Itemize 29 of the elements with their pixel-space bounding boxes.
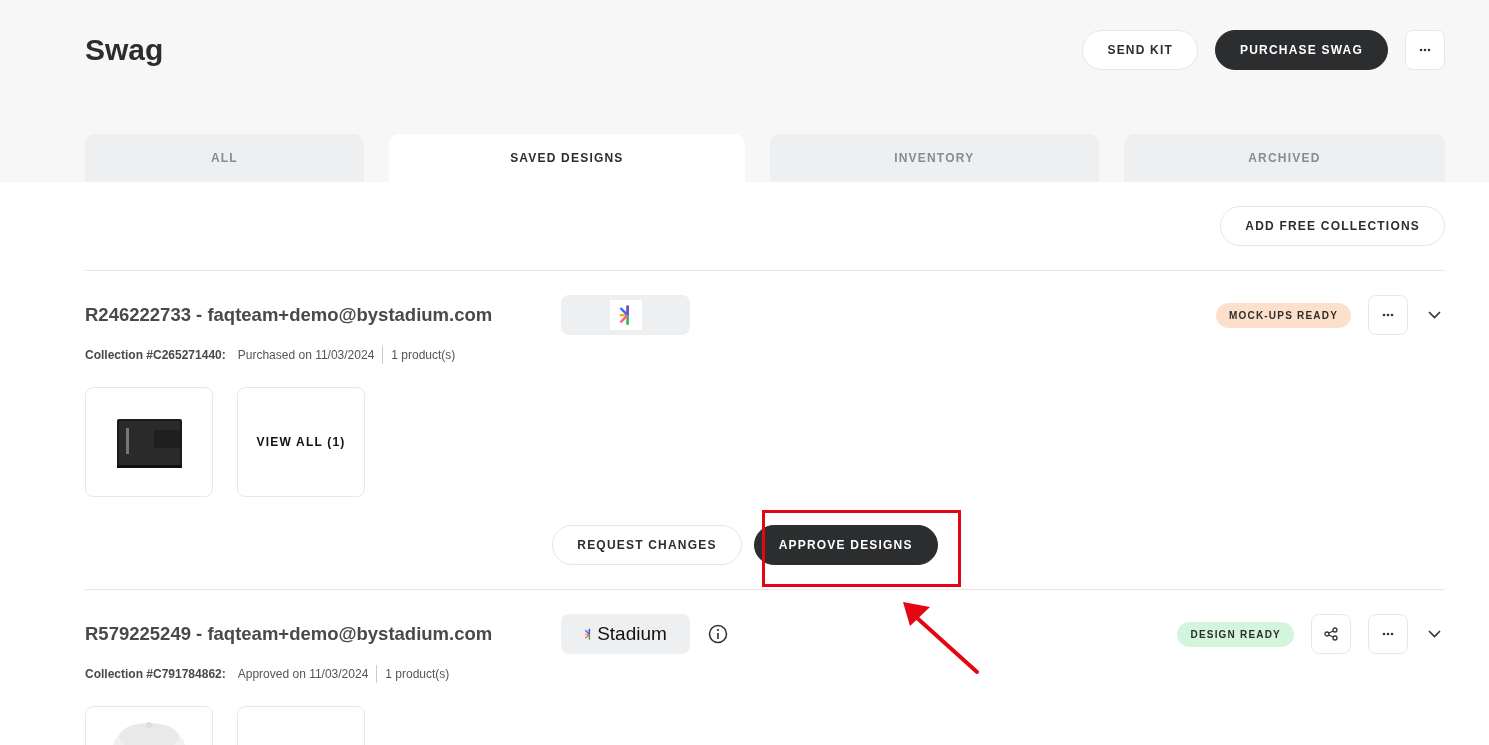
share-button[interactable] (1311, 614, 1351, 654)
page-title: Swag (85, 33, 164, 67)
order-title: R579225249 - faqteam+demo@bystadium.com (85, 623, 494, 645)
chevron-down-icon[interactable] (1428, 630, 1441, 638)
status-badge: DESIGN READY (1177, 621, 1294, 647)
product-count: 1 product(s) (391, 348, 456, 362)
collection-id: Collection #C265271440: (85, 348, 226, 362)
primary-button[interactable]: APPROVE DESIGNS (753, 525, 938, 565)
collection-id: Collection #C791784862: (85, 667, 226, 681)
outline-button[interactable]: ADD FREE COLLECTIONS (1220, 206, 1445, 246)
outline-button[interactable]: REQUEST CHANGES (552, 525, 742, 565)
order-title: R246222733 - faqteam+demo@bystadium.com (85, 304, 494, 326)
more-icon (1382, 632, 1394, 636)
outline-button[interactable]: SEND KIT (1082, 30, 1199, 70)
more-icon (1382, 313, 1394, 317)
order-date: Approved on 11/03/2024 (237, 667, 369, 681)
order-date: Purchased on 11/03/2024 (237, 348, 375, 362)
primary-button[interactable]: PURCHASE SWAG (1215, 30, 1388, 70)
status-badge: MOCK-UPS READY (1215, 302, 1351, 328)
product-tile[interactable] (85, 387, 213, 497)
brand-wordmark: Stadium (597, 623, 667, 645)
product-tile[interactable]: VIEW ALL (1) (237, 387, 365, 497)
info-icon[interactable] (708, 624, 728, 644)
product-count: 1 product(s) (385, 667, 450, 681)
view-all-link[interactable]: VIEW ALL (1) (256, 435, 346, 449)
more-icon (1419, 48, 1431, 52)
share-icon (1324, 627, 1338, 641)
chevron-down-icon[interactable] (1428, 311, 1441, 319)
tab[interactable]: SAVED DESIGNS (388, 134, 745, 182)
